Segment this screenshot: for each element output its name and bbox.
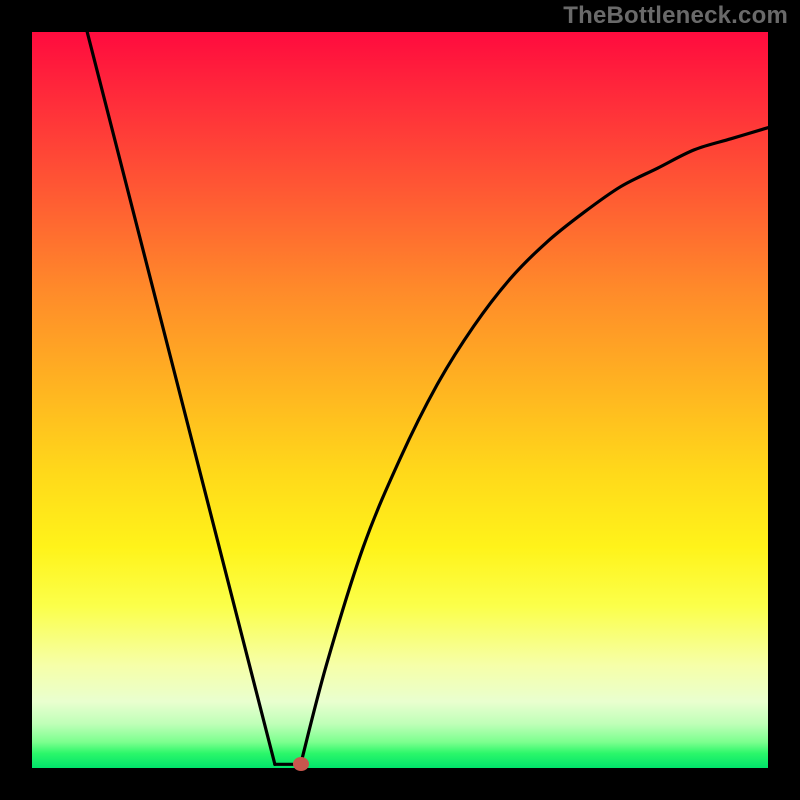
left-branch-path bbox=[87, 32, 275, 764]
plot-area bbox=[32, 32, 768, 768]
valley-marker bbox=[293, 757, 309, 771]
watermark-text: TheBottleneck.com bbox=[563, 2, 788, 30]
right-branch-path bbox=[301, 128, 768, 765]
bottleneck-curve bbox=[32, 32, 768, 768]
chart-container: TheBottleneck.com bbox=[0, 0, 800, 800]
